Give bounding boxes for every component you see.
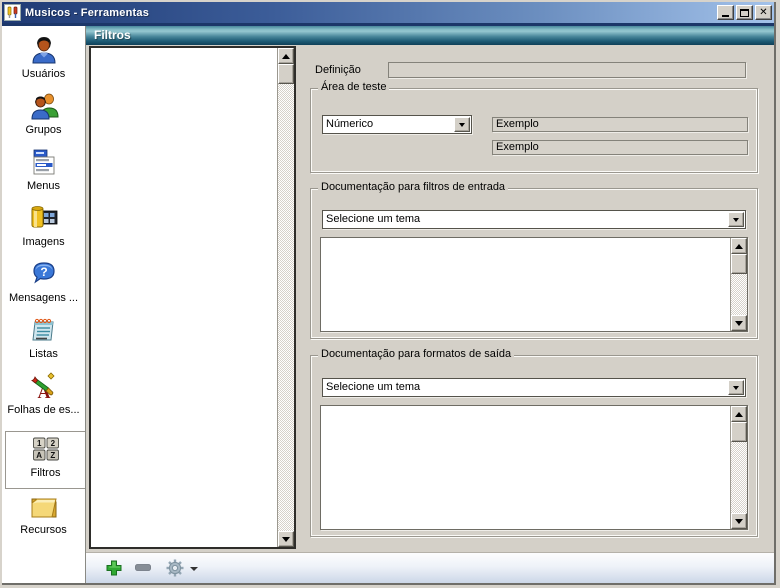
film-icon: [28, 202, 60, 234]
arrow-down-icon: [282, 537, 290, 542]
sidebar-item-label: Grupos: [25, 123, 61, 137]
menu-icon: [28, 146, 60, 178]
definition-field[interactable]: [388, 62, 746, 78]
filter-list-scrollbar[interactable]: [277, 48, 294, 547]
svg-text:A: A: [36, 451, 42, 460]
sidebar-item-listas[interactable]: Listas: [2, 313, 85, 369]
settings-dropdown-caret[interactable]: [190, 567, 198, 571]
arrow-up-icon: [735, 244, 743, 249]
sidebar-item-filtros[interactable]: 12 AZ Filtros: [5, 431, 85, 489]
group-icon: [28, 90, 60, 122]
dropdown-button[interactable]: [454, 117, 470, 132]
sidebar-item-menus[interactable]: Menus: [2, 145, 85, 201]
sidebar: Usuários Grupos: [2, 26, 86, 583]
sidebar-item-label: Listas: [29, 347, 58, 361]
page-title: Filtros: [86, 26, 774, 45]
gear-icon: [167, 560, 184, 577]
notepad-icon: [28, 314, 60, 346]
user-icon: [28, 34, 60, 66]
scroll-up-button[interactable]: [731, 238, 747, 254]
sidebar-item-mensagens[interactable]: ? Mensagens ...: [2, 257, 85, 313]
scrollbar-thumb[interactable]: [278, 64, 294, 84]
svg-text:?: ?: [40, 265, 47, 279]
svg-text:Z: Z: [50, 451, 55, 460]
test-area-legend: Área de teste: [318, 81, 389, 93]
input-docs-textarea[interactable]: [320, 237, 748, 332]
minus-icon: [136, 565, 151, 571]
filter-list[interactable]: [89, 46, 296, 549]
filter-type-select[interactable]: Númerico: [322, 115, 472, 134]
maximize-button[interactable]: [736, 5, 753, 20]
sidebar-item-label: Imagens: [22, 235, 64, 249]
svg-text:1: 1: [36, 439, 41, 448]
list-toolbar: [86, 552, 774, 583]
scroll-down-button[interactable]: [731, 513, 747, 529]
window-title: Musicos - Ferramentas: [25, 7, 717, 19]
maximize-icon: [740, 9, 749, 17]
message-icon: ?: [28, 258, 60, 290]
sidebar-item-label: Recursos: [20, 523, 66, 537]
sidebar-item-label: Filtros: [31, 466, 61, 480]
input-docs-topic-select[interactable]: Selecione um tema: [322, 210, 746, 229]
app-window: Musicos - Ferramentas ✕ Usuários: [2, 2, 776, 585]
input-docs-legend: Documentação para filtros de entrada: [318, 181, 508, 193]
chevron-down-icon: [459, 123, 465, 127]
example-field-1[interactable]: Exemplo: [492, 117, 748, 132]
filter-type-value: Númerico: [326, 117, 453, 132]
sidebar-item-label: Menus: [27, 179, 60, 193]
add-button[interactable]: [105, 559, 123, 577]
example-field-2[interactable]: Exemplo: [492, 140, 748, 155]
minimize-button[interactable]: [717, 5, 734, 20]
output-docs-scrollbar[interactable]: [730, 406, 747, 529]
folder-icon: [28, 490, 60, 522]
chevron-down-icon: [733, 218, 739, 222]
dropdown-button[interactable]: [728, 212, 744, 227]
output-docs-topic-value: Selecione um tema: [326, 380, 727, 395]
svg-text:2: 2: [50, 439, 55, 448]
scroll-up-button[interactable]: [731, 406, 747, 422]
arrow-up-icon: [282, 54, 290, 59]
dropdown-button[interactable]: [728, 380, 744, 395]
input-docs-topic-value: Selecione um tema: [326, 212, 727, 227]
sidebar-item-folhas[interactable]: A Folhas de es...: [2, 369, 85, 425]
sidebar-item-imagens[interactable]: Imagens: [2, 201, 85, 257]
output-docs-textarea[interactable]: [320, 405, 748, 530]
close-icon: ✕: [759, 8, 767, 18]
stylesheet-icon: A: [28, 370, 60, 402]
content-panel: Definição Área de teste Númerico Exemplo…: [86, 45, 774, 552]
definition-label: Definição: [315, 64, 361, 76]
close-button[interactable]: ✕: [755, 5, 772, 20]
sidebar-item-usuarios[interactable]: Usuários: [2, 33, 85, 89]
output-docs-legend: Documentação para formatos de saída: [318, 348, 514, 360]
tools-icon: [4, 4, 21, 21]
input-docs-scrollbar[interactable]: [730, 238, 747, 331]
scrollbar-thumb[interactable]: [731, 254, 747, 274]
scroll-down-button[interactable]: [731, 315, 747, 331]
arrow-down-icon: [735, 519, 743, 524]
sidebar-item-label: Mensagens ...: [9, 291, 78, 305]
arrow-down-icon: [735, 321, 743, 326]
scrollbar-thumb[interactable]: [731, 422, 747, 442]
output-docs-topic-select[interactable]: Selecione um tema: [322, 378, 746, 397]
remove-button[interactable]: [135, 564, 151, 571]
settings-button[interactable]: [165, 558, 185, 578]
scroll-down-button[interactable]: [278, 531, 294, 547]
minimize-icon: [722, 15, 729, 17]
scroll-up-button[interactable]: [278, 48, 294, 64]
sidebar-item-grupos[interactable]: Grupos: [2, 89, 85, 145]
filter-keys-icon: 12 AZ: [30, 433, 62, 465]
arrow-up-icon: [735, 412, 743, 417]
title-bar: Musicos - Ferramentas ✕: [2, 2, 774, 23]
sidebar-item-label: Folhas de es...: [7, 403, 79, 417]
sidebar-item-label: Usuários: [22, 67, 65, 81]
chevron-down-icon: [733, 386, 739, 390]
sidebar-item-recursos[interactable]: Recursos: [2, 489, 85, 545]
